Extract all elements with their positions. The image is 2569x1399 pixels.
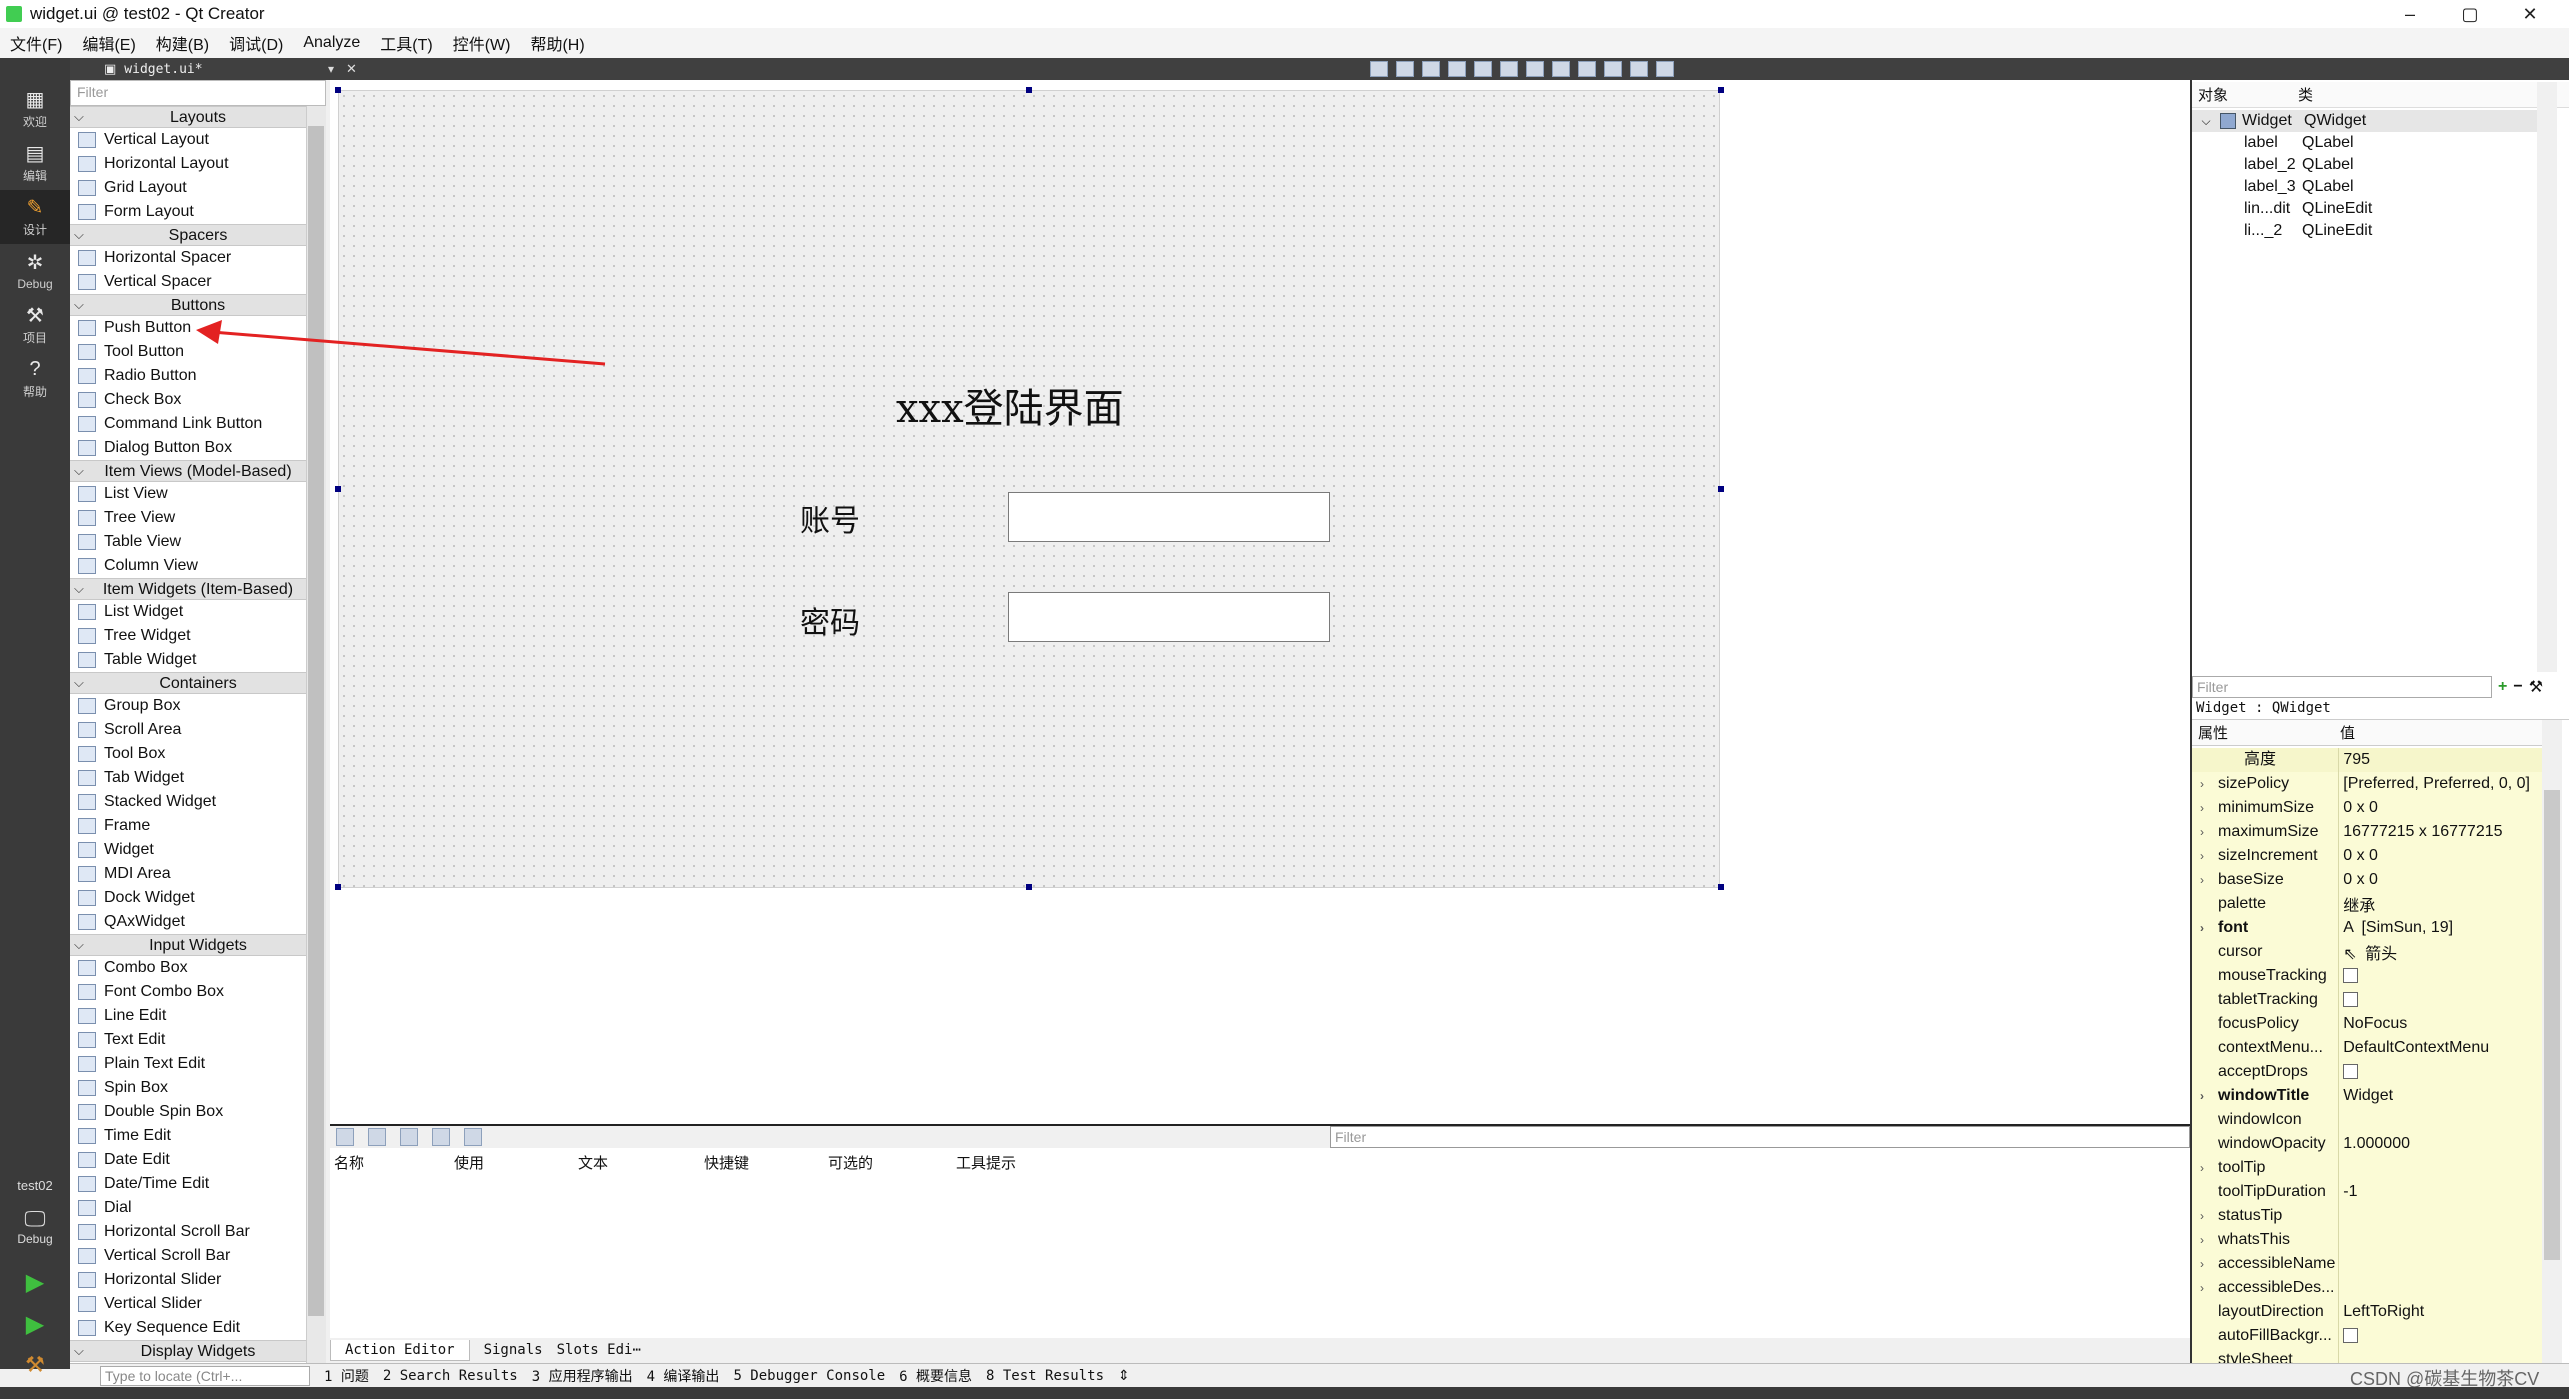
chevron-right-icon[interactable]: › — [2200, 796, 2204, 820]
property-row[interactable]: palette 继承 — [2192, 892, 2542, 917]
property-row[interactable]: › accessibleDes... — [2192, 1276, 2542, 1301]
column-header-property[interactable]: 属性 — [2198, 722, 2340, 743]
output-pane-application-output[interactable]: 3 应用程序输出 — [532, 1366, 633, 1386]
chevron-right-icon[interactable]: › — [2200, 844, 2204, 868]
output-pane-test-results[interactable]: 8 Test Results — [986, 1368, 1104, 1384]
cursor-arrow-icon: ⇖ — [2343, 946, 2362, 963]
property-row[interactable]: › whatsThis — [2192, 1228, 2542, 1253]
property-row[interactable]: › statusTip — [2192, 1204, 2542, 1229]
chevron-right-icon[interactable]: › — [2200, 1228, 2204, 1252]
column-header-tooltip[interactable]: 工具提示 — [956, 1152, 1076, 1173]
column-header-used[interactable]: 使用 — [454, 1152, 578, 1173]
property-row[interactable]: › baseSize 0 x 0 — [2192, 868, 2542, 893]
property-editor-scrollbar-thumb[interactable] — [2544, 790, 2560, 1260]
chevron-right-icon[interactable]: › — [2200, 1084, 2204, 1108]
column-header-class[interactable]: 类 — [2298, 84, 2313, 105]
property-row[interactable]: › sizeIncrement 0 x 0 — [2192, 844, 2542, 869]
chevron-right-icon[interactable]: › — [2200, 1156, 2204, 1180]
object-tree-row[interactable]: label QLabel — [2192, 132, 2537, 154]
configure-icon[interactable]: ⚒ — [2529, 677, 2543, 697]
property-row[interactable]: layoutDirection LeftToRight — [2192, 1300, 2542, 1325]
action-table-body[interactable] — [330, 1176, 2190, 1338]
property-row[interactable]: › font A [SimSun, 19] — [2192, 916, 2542, 941]
property-row[interactable]: toolTipDuration -1 — [2192, 1180, 2542, 1205]
property-checkbox[interactable] — [2343, 992, 2359, 1008]
chevron-right-icon[interactable]: › — [2200, 820, 2204, 844]
property-row[interactable]: windowIcon — [2192, 1108, 2542, 1133]
property-row[interactable]: › accessibleName — [2192, 1252, 2542, 1277]
object-tree-row[interactable]: li..._2 QLineEdit — [2192, 220, 2537, 242]
property-filter-input[interactable]: Filter — [2192, 676, 2492, 698]
column-header-shortcut[interactable]: 快捷键 — [704, 1152, 828, 1173]
tab-signals[interactable]: Signals — [470, 1342, 557, 1358]
chevron-right-icon[interactable]: › — [2200, 1276, 2204, 1300]
chevron-down-icon[interactable]: ⌵ — [2192, 114, 2220, 129]
tab-action-editor[interactable]: Action Editor — [330, 1339, 470, 1361]
property-row[interactable]: › windowTitle Widget — [2192, 1084, 2542, 1109]
property-editor-title: Widget : QWidget — [2192, 698, 2569, 720]
action-table-header: 名称 使用 文本 快捷键 可选的 工具提示 — [330, 1148, 2190, 1176]
chevron-right-icon[interactable]: › — [2200, 916, 2204, 940]
object-tree-row[interactable]: label_2 QLabel — [2192, 154, 2537, 176]
chevron-right-icon[interactable]: › — [2200, 1252, 2204, 1276]
delete-action-icon[interactable] — [432, 1128, 450, 1146]
tab-slots-editor[interactable]: Slots Edi⋯ — [557, 1342, 655, 1358]
column-header-name[interactable]: 名称 — [334, 1152, 454, 1173]
column-header-object[interactable]: 对象 — [2198, 84, 2298, 105]
bottom-strip — [0, 1387, 2569, 1399]
property-checkbox[interactable] — [2343, 1064, 2359, 1080]
font-icon: A — [2343, 919, 2358, 936]
object-tree-row[interactable]: label_3 QLabel — [2192, 176, 2537, 198]
property-row[interactable]: 高度 795 — [2192, 748, 2542, 773]
paste-action-icon[interactable] — [400, 1128, 418, 1146]
locator-input[interactable]: Type to locate (Ctrl+... — [100, 1365, 310, 1386]
widget-icon — [2220, 113, 2236, 129]
column-header-value[interactable]: 值 — [2340, 722, 2355, 743]
configure-icon[interactable] — [464, 1128, 482, 1146]
status-bar: Type to locate (Ctrl+... 1 问题 2 Search R… — [70, 1363, 2569, 1387]
column-header-text[interactable]: 文本 — [578, 1152, 704, 1173]
property-row[interactable]: › toolTip — [2192, 1156, 2542, 1181]
output-pane-search-results[interactable]: 2 Search Results — [383, 1368, 518, 1384]
output-pane-issues[interactable]: 1 问题 — [324, 1366, 369, 1386]
new-action-icon[interactable] — [336, 1128, 354, 1146]
property-row[interactable]: contextMenu... DefaultContextMenu — [2192, 1036, 2542, 1061]
remove-property-icon[interactable]: − — [2513, 678, 2522, 696]
property-row[interactable]: acceptDrops — [2192, 1060, 2542, 1085]
toggle-output-icon[interactable]: ⇕ — [1118, 1367, 1130, 1384]
chevron-right-icon[interactable]: › — [2200, 868, 2204, 892]
property-row[interactable]: › maximumSize 16777215 x 16777215 — [2192, 820, 2542, 845]
copy-action-icon[interactable] — [368, 1128, 386, 1146]
output-pane-general-messages[interactable]: 6 概要信息 — [899, 1366, 972, 1386]
column-header-checkable[interactable]: 可选的 — [828, 1152, 956, 1173]
output-pane-compile-output[interactable]: 4 编译输出 — [647, 1366, 720, 1386]
object-inspector-scrollbar[interactable] — [2537, 82, 2557, 672]
property-row[interactable]: autoFillBackgr... — [2192, 1324, 2542, 1349]
property-checkbox[interactable] — [2343, 1328, 2359, 1344]
bottom-editor-tabs: Action Editor Signals Slots Edi⋯ — [330, 1338, 2190, 1362]
chevron-right-icon[interactable]: › — [2200, 772, 2204, 796]
action-filter-input[interactable]: Filter — [1330, 1126, 2190, 1148]
property-row[interactable]: › minimumSize 0 x 0 — [2192, 796, 2542, 821]
property-row[interactable]: mouseTracking — [2192, 964, 2542, 989]
property-table-header: 属性 值 — [2192, 720, 2542, 746]
property-checkbox[interactable] — [2343, 968, 2359, 984]
output-pane-debugger-console[interactable]: 5 Debugger Console — [733, 1368, 885, 1384]
property-row[interactable]: › sizePolicy [Preferred, Preferred, 0, 0] — [2192, 772, 2542, 797]
property-actions: + − ⚒ — [2494, 676, 2564, 698]
add-property-icon[interactable]: + — [2498, 678, 2507, 696]
object-tree-row[interactable]: ⌵ Widget QWidget — [2192, 110, 2537, 132]
object-inspector-header: 对象 类 — [2192, 82, 2569, 108]
property-row[interactable]: tabletTracking — [2192, 988, 2542, 1013]
property-row[interactable]: focusPolicy NoFocus — [2192, 1012, 2542, 1037]
property-row[interactable]: cursor ⇖ 箭头 — [2192, 940, 2542, 965]
property-row[interactable]: windowOpacity 1.000000 — [2192, 1132, 2542, 1157]
object-tree-row[interactable]: lin...dit QLineEdit — [2192, 198, 2537, 220]
chevron-right-icon[interactable]: › — [2200, 1204, 2204, 1228]
